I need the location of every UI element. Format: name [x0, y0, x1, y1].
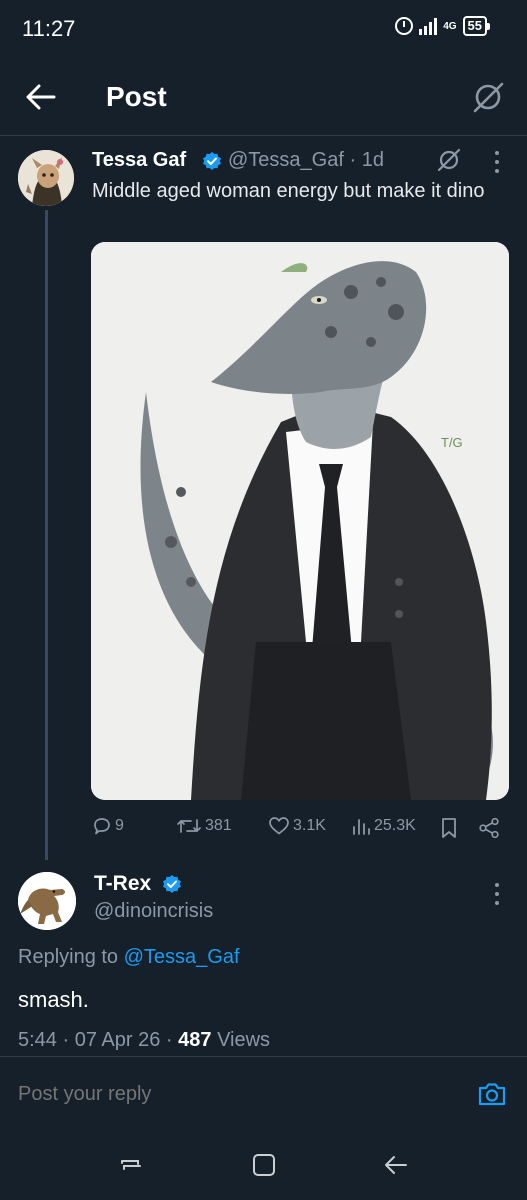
like-count: 3.1K	[293, 817, 326, 834]
replying-to-link[interactable]: @Tessa_Gaf	[124, 946, 240, 968]
reply-text: smash.	[18, 987, 89, 1012]
alarm-icon	[395, 17, 414, 35]
reply-views-count: 487	[178, 1029, 212, 1051]
analytics-icon	[353, 819, 370, 835]
status-bar: 11:27 4G 55	[0, 0, 527, 60]
network-type: 4G	[443, 20, 457, 32]
author-name[interactable]: Tessa Gaf	[92, 149, 186, 172]
page-title: Post	[106, 81, 167, 112]
signal-icon	[419, 17, 438, 35]
post-age: 1d	[361, 149, 384, 171]
more-options-icon[interactable]	[495, 151, 501, 173]
verified-badge-icon	[163, 875, 181, 893]
post-actions: 9 381 3.1K 25.3K	[92, 816, 512, 840]
reply-count: 9	[115, 817, 124, 834]
avatar[interactable]	[18, 150, 74, 206]
like-button[interactable]: 3.1K	[268, 816, 326, 836]
post-text: Middle aged woman energy but make it din…	[92, 180, 485, 202]
reply-author-handle[interactable]: @dinoincrisis	[94, 900, 213, 923]
battery-icon: 55	[462, 16, 491, 36]
views-button[interactable]: 25.3K	[351, 816, 416, 836]
author-handle[interactable]: @Tessa_Gaf · 1d	[228, 149, 384, 172]
reply-author-name[interactable]: T-Rex	[94, 872, 151, 896]
post-image[interactable]: T/G	[91, 242, 509, 800]
back-arrow-icon[interactable]	[24, 82, 58, 112]
camera-icon[interactable]	[477, 1079, 507, 1109]
status-icons: 4G 55	[395, 16, 491, 36]
dino-illustration: T/G	[91, 242, 509, 800]
bookmark-icon[interactable]	[440, 817, 458, 839]
system-back-icon[interactable]	[380, 1150, 410, 1180]
artist-signature: T/G	[441, 435, 463, 450]
views-count: 25.3K	[374, 817, 416, 834]
home-icon[interactable]	[249, 1150, 279, 1180]
share-icon[interactable]	[478, 817, 500, 839]
reply-meta: 5:44 · 07 Apr 26 · 487 Views	[18, 1029, 271, 1051]
system-nav-bar	[0, 1130, 527, 1200]
repost-button[interactable]: 381	[176, 816, 232, 836]
more-options-icon[interactable]	[495, 883, 501, 905]
repost-count: 381	[205, 817, 232, 834]
reply-icon	[94, 818, 110, 835]
status-time: 11:27	[22, 16, 76, 41]
top-header: Post	[0, 60, 527, 136]
avatar[interactable]	[18, 872, 76, 930]
grok-icon[interactable]	[471, 80, 505, 114]
recent-apps-icon[interactable]	[116, 1150, 146, 1180]
reply-composer	[0, 1056, 527, 1130]
reply-button[interactable]: 9	[92, 816, 124, 836]
heart-icon	[269, 817, 289, 835]
thread-line	[45, 210, 48, 860]
verified-badge-icon	[203, 152, 221, 170]
reply-input[interactable]	[18, 1083, 418, 1106]
grok-icon[interactable]	[436, 147, 462, 173]
repost-icon	[177, 819, 201, 833]
replying-to: Replying to @Tessa_Gaf	[18, 946, 240, 968]
